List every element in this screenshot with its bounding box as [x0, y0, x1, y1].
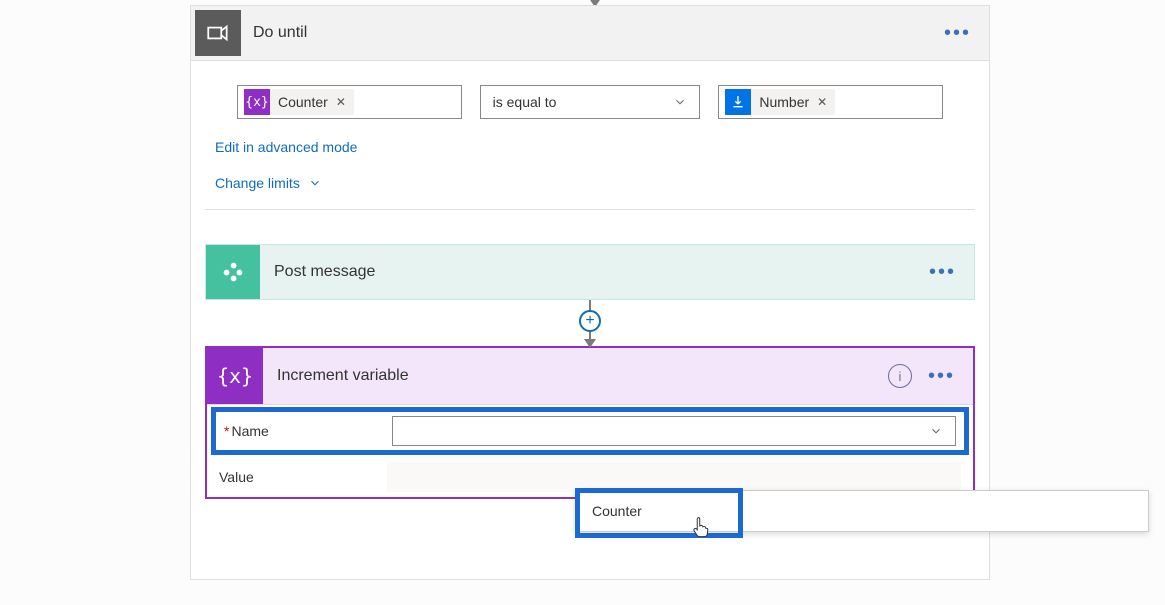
increment-variable-title: Increment variable [277, 367, 888, 385]
increment-variable-more-icon[interactable]: ••• [928, 365, 955, 388]
increment-variable-form: *Name Value [207, 407, 973, 497]
token-counter[interactable]: {x} Counter ✕ [244, 89, 354, 115]
name-row-highlight: *Name [211, 407, 969, 455]
post-message-title: Post message [274, 263, 929, 281]
input-icon [725, 89, 751, 115]
do-until-header[interactable]: Do until ••• [191, 6, 989, 61]
value-input[interactable] [387, 462, 961, 492]
do-until-title: Do until [253, 24, 944, 42]
slack-icon [206, 245, 260, 299]
increment-variable-card: {x} Increment variable i ••• *Name [205, 346, 975, 499]
arrowhead-icon [584, 339, 596, 348]
post-message-more-icon[interactable]: ••• [929, 261, 956, 284]
dropdown-option-label: Counter [592, 503, 642, 519]
left-value-input[interactable]: {x} Counter ✕ [237, 85, 462, 119]
remove-token-icon[interactable]: ✕ [817, 95, 827, 109]
do-until-more-icon[interactable]: ••• [944, 22, 971, 45]
info-icon[interactable]: i [888, 364, 912, 388]
do-until-icon [195, 10, 241, 56]
chevron-down-icon [308, 176, 322, 190]
increment-variable-header[interactable]: {x} Increment variable i ••• [207, 348, 973, 405]
remove-token-icon[interactable]: ✕ [336, 95, 346, 109]
post-message-action[interactable]: Post message ••• [205, 244, 975, 300]
name-label-text: Name [231, 423, 268, 439]
chevron-down-icon [929, 424, 943, 438]
dropdown-option-counter[interactable]: Counter [576, 491, 1148, 531]
name-dropdown[interactable]: Counter [575, 490, 1149, 532]
required-icon: * [224, 423, 229, 439]
operator-select[interactable]: is equal to [480, 85, 701, 119]
change-limits-label: Change limits [215, 175, 300, 191]
token-number[interactable]: Number ✕ [725, 89, 835, 115]
value-label: Value [219, 469, 387, 485]
token-counter-label: Counter [270, 94, 336, 110]
add-action-button[interactable]: + [579, 310, 601, 332]
operator-label: is equal to [493, 94, 557, 110]
name-label: *Name [224, 423, 392, 439]
condition-row: {x} Counter ✕ is equal to Number ✕ [191, 61, 989, 133]
chevron-down-icon [673, 95, 687, 109]
edit-advanced-link[interactable]: Edit in advanced mode [191, 133, 989, 155]
divider [205, 209, 975, 210]
right-value-input[interactable]: Number ✕ [718, 85, 943, 119]
change-limits-link[interactable]: Change limits [191, 155, 989, 209]
name-select[interactable] [392, 416, 956, 446]
token-number-label: Number [751, 94, 817, 110]
variable-icon: {x} [207, 348, 263, 404]
variable-icon: {x} [244, 89, 270, 115]
flow-connector: + [205, 300, 975, 346]
